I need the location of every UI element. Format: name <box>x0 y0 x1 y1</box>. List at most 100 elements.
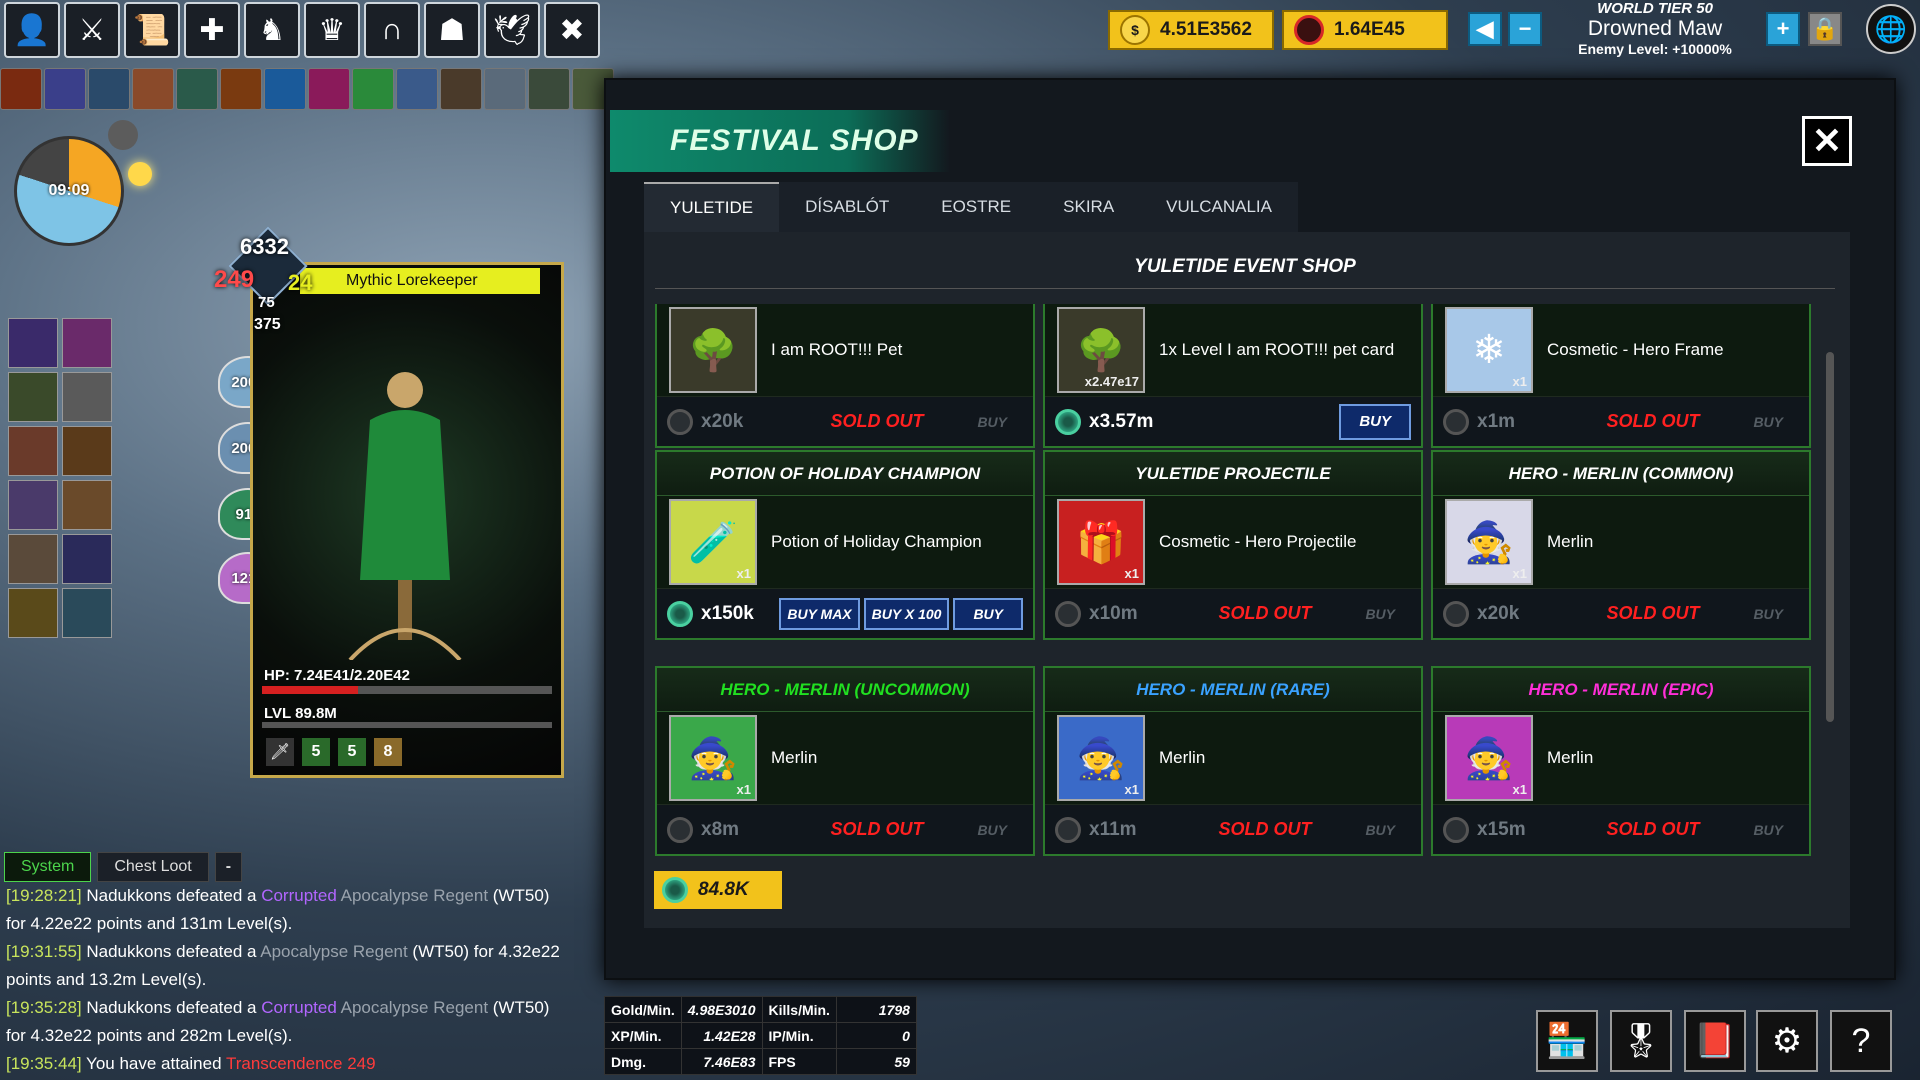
buy-button-disabled[interactable]: BUY <box>977 822 1023 838</box>
sun-icon <box>128 162 152 186</box>
shop-scrollbar[interactable] <box>1826 352 1834 722</box>
item-price: x3.57m <box>1055 408 1195 435</box>
vitruvian-icon[interactable]: ✚ <box>184 2 240 58</box>
hero-skills: 🗡 5 5 8 <box>266 738 402 766</box>
shop-grid[interactable]: 🌳 I am ROOT!!! Pet x20k SOLD OUT BUY 🌳 x2… <box>655 304 1813 866</box>
tab-disablot[interactable]: DÍSABLÓT <box>779 182 915 232</box>
codex-icon[interactable]: 📕 <box>1684 1010 1746 1072</box>
shop-item-card: POTION OF HOLIDAY CHAMPION 🧪 x1 Potion of… <box>655 450 1035 640</box>
close-button[interactable]: ✕ <box>1802 116 1852 166</box>
chat-log: [19:28:21] Nadukkons defeated a Corrupte… <box>6 882 566 1078</box>
currency-swirl-icon <box>1443 816 1469 843</box>
tab-skira[interactable]: SKIRA <box>1037 182 1140 232</box>
sold-out-label: SOLD OUT <box>1606 603 1700 623</box>
world-info: WORLD TIER 50 Drowned Maw Enemy Level: +… <box>1560 0 1750 57</box>
shop-item-card: ❄ x1 Cosmetic - Hero Frame x1m SOLD OUT B… <box>1431 304 1811 448</box>
hero-portrait[interactable] <box>62 480 112 530</box>
skill-slot[interactable]: 5 <box>302 738 330 766</box>
chat-tab-chest-loot[interactable]: Chest Loot <box>97 852 209 882</box>
buy-max-button[interactable]: BUY MAX <box>779 597 860 630</box>
tab-vulcanalia[interactable]: VULCANALIA <box>1140 182 1298 232</box>
buff-icon[interactable] <box>528 68 570 110</box>
buy-button-disabled[interactable]: BUY <box>1365 606 1411 622</box>
item-price: x150k <box>667 600 767 627</box>
skill-slot[interactable]: 8 <box>374 738 402 766</box>
hero-portrait[interactable] <box>8 534 58 584</box>
card-header: HERO - MERLIN (UNCOMMON) <box>657 668 1033 712</box>
card-header: YULETIDE PROJECTILE <box>1045 452 1421 496</box>
hero-portrait[interactable] <box>8 318 58 368</box>
shop-icon[interactable]: 🏪 <box>1536 1010 1598 1072</box>
top-menu: 👤 ⚔ 📜 ✚ ♞ ♛ ∩ ☗ 🕊 ✖ <box>4 2 600 58</box>
sword-icon[interactable]: 🗡 <box>266 738 294 766</box>
buff-icon[interactable] <box>44 68 86 110</box>
achievement-icon[interactable]: 🎖 <box>1610 1010 1672 1072</box>
skill-slot[interactable]: 5 <box>338 738 366 766</box>
buff-icon[interactable] <box>352 68 394 110</box>
world-map-icon[interactable]: 🌐 <box>1866 4 1916 54</box>
chat-minimize-button[interactable]: - <box>214 852 243 882</box>
shop-item-card: YULETIDE PROJECTILE 🎁 x1 Cosmetic - Hero … <box>1043 450 1423 640</box>
buy-x100-button[interactable]: BUY X 100 <box>863 597 950 630</box>
tab-eostre[interactable]: EOSTRE <box>915 182 1037 232</box>
buff-icon[interactable] <box>220 68 262 110</box>
tree-pet-icon: 🌳 <box>669 307 757 393</box>
item-name: Merlin <box>1159 748 1206 767</box>
buy-button-disabled[interactable]: BUY <box>1753 822 1799 838</box>
buff-icon[interactable] <box>176 68 218 110</box>
scroll-icon[interactable]: 📜 <box>124 2 180 58</box>
currency-swirl-icon <box>667 408 693 435</box>
hero-portrait[interactable] <box>62 426 112 476</box>
stat-label: FPS <box>761 1048 837 1075</box>
hero-portrait[interactable] <box>62 588 112 638</box>
crossed-swords-icon[interactable]: ✖ <box>544 2 600 58</box>
hero-portrait[interactable] <box>8 480 58 530</box>
day-clock: 09:09 <box>14 136 124 246</box>
archway-icon[interactable]: ∩ <box>364 2 420 58</box>
queen-icon[interactable]: ♛ <box>304 2 360 58</box>
buff-icon[interactable] <box>484 68 526 110</box>
buy-button-disabled[interactable]: BUY <box>1365 822 1411 838</box>
person-icon[interactable]: 👤 <box>4 2 60 58</box>
hero-portrait[interactable] <box>8 372 58 422</box>
buy-button-disabled[interactable]: BUY <box>1753 606 1799 622</box>
world-name: Drowned Maw <box>1587 17 1723 40</box>
world-tier: WORLD TIER 50 <box>1597 0 1713 17</box>
buy-button[interactable]: BUY <box>953 597 1023 630</box>
boss-icon[interactable]: ☗ <box>424 2 480 58</box>
chat-tab-system[interactable]: System <box>4 852 92 882</box>
stat-value: 1.42E28 <box>680 1022 763 1049</box>
buff-icon[interactable] <box>264 68 306 110</box>
tab-yuletide[interactable]: YULETIDE <box>644 182 780 232</box>
card-header: POTION OF HOLIDAY CHAMPION <box>657 452 1033 496</box>
hero-portrait[interactable] <box>62 534 112 584</box>
buy-button-disabled[interactable]: BUY <box>1753 414 1799 430</box>
currency-swirl-icon <box>1055 408 1081 435</box>
wizard-portrait-icon: 🧙 x1 <box>669 715 757 801</box>
prev-world-button[interactable]: ◀ <box>1468 12 1502 46</box>
card-header: HERO - MERLIN (COMMON) <box>1433 452 1809 496</box>
item-price: x10m <box>1055 600 1195 627</box>
decrease-tier-button[interactable]: − <box>1508 12 1542 46</box>
hero-portrait[interactable] <box>62 318 112 368</box>
hero-portrait[interactable] <box>8 588 58 638</box>
buff-icon[interactable] <box>396 68 438 110</box>
increase-tier-button[interactable]: + <box>1766 12 1800 46</box>
gear-icon[interactable]: ⚙ <box>1756 1010 1818 1072</box>
buff-icon[interactable] <box>88 68 130 110</box>
buff-icon[interactable] <box>440 68 482 110</box>
lock-icon[interactable]: 🔒 <box>1808 12 1842 46</box>
buff-icon[interactable] <box>0 68 42 110</box>
buff-icon[interactable] <box>132 68 174 110</box>
sold-out-label: SOLD OUT <box>1218 603 1312 623</box>
help-icon[interactable]: ? <box>1830 1010 1892 1072</box>
buff-icon[interactable] <box>308 68 350 110</box>
buy-button-disabled[interactable]: BUY <box>977 414 1023 430</box>
hero-portrait[interactable] <box>62 372 112 422</box>
hero-portrait[interactable] <box>8 426 58 476</box>
phoenix-icon[interactable]: 🕊 <box>484 2 540 58</box>
horse-icon[interactable]: ♞ <box>244 2 300 58</box>
buy-button[interactable]: BUY <box>1339 403 1411 440</box>
currency-swirl-icon <box>1055 600 1081 627</box>
knight-icon[interactable]: ⚔ <box>64 2 120 58</box>
